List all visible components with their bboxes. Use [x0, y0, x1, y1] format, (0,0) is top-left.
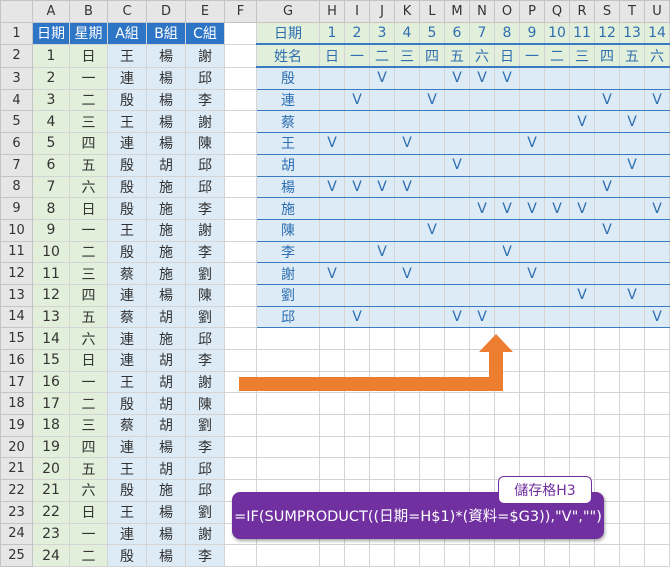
- formula-text: =IF(SUMPRODUCT((日期=H$1)*(資料=$G3)),"V",""…: [234, 509, 602, 525]
- cell-reference-tag: 儲存格H3: [498, 476, 592, 504]
- cell-reference-label: 儲存格H3: [514, 483, 576, 499]
- orange-arrow-icon: [239, 334, 513, 391]
